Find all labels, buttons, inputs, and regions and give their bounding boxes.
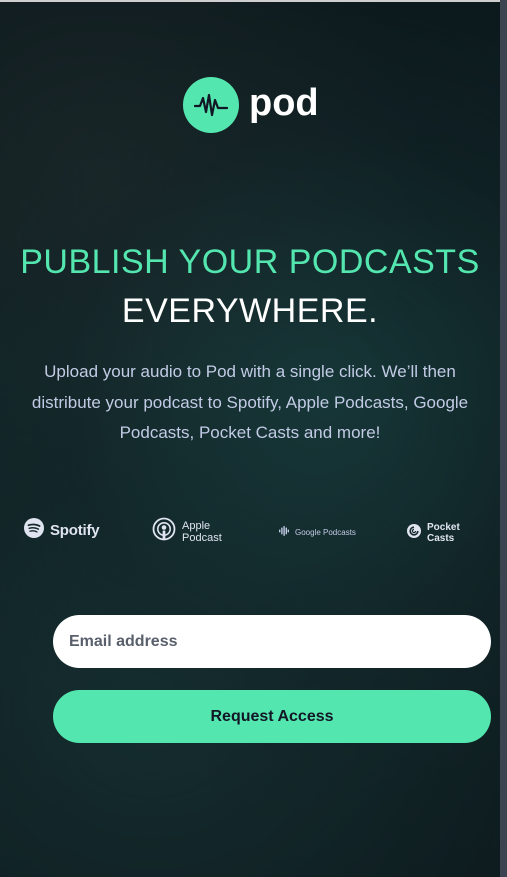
hero-description: Upload your audio to Pod with a single c… — [31, 362, 469, 443]
pocket-casts-icon — [407, 523, 421, 543]
headline-line-2: EVERYWHERE. — [121, 292, 379, 331]
request-access-button[interactable]: Request Access — [53, 690, 491, 743]
hero-headline: PUBLISH YOUR PODCASTS EVERYWHERE. — [0, 238, 500, 337]
google-podcasts-label: Google Podcasts — [295, 527, 356, 537]
apple-podcasts-label: Apple Podcast — [182, 519, 222, 544]
soundwave-icon — [183, 77, 239, 133]
apple-podcasts-icon — [152, 517, 176, 548]
scrollbar-track[interactable] — [500, 0, 507, 877]
brand-name: pod — [249, 82, 319, 124]
platform-apple-podcasts: Apple Podcast — [152, 517, 222, 548]
apple-podcasts-label-line-2: Podcast — [182, 531, 222, 544]
headline-line-1: PUBLISH YOUR PODCASTS — [20, 243, 480, 281]
google-podcasts-icon — [279, 523, 289, 541]
email-field[interactable] — [53, 615, 491, 668]
platform-spotify: Spotify — [24, 518, 100, 543]
apple-podcasts-label-line-1: Apple — [182, 519, 211, 532]
brand-logo[interactable]: pod — [183, 77, 319, 133]
spotify-label: Spotify — [50, 522, 100, 539]
spotify-icon — [24, 518, 44, 543]
landing-page: pod PUBLISH YOUR PODCASTS EVERYWHERE. Up… — [0, 0, 507, 877]
main-content: pod PUBLISH YOUR PODCASTS EVERYWHERE. Up… — [0, 0, 500, 877]
platform-pocket-casts: Pocket Casts — [407, 522, 476, 544]
platform-google-podcasts: Google Podcasts — [279, 523, 356, 541]
pocket-casts-label: Pocket Casts — [427, 522, 460, 544]
platform-logos: Spotify Apple Podcast Google Podcasts Po… — [24, 514, 476, 548]
access-request-form: Request Access — [53, 615, 491, 743]
